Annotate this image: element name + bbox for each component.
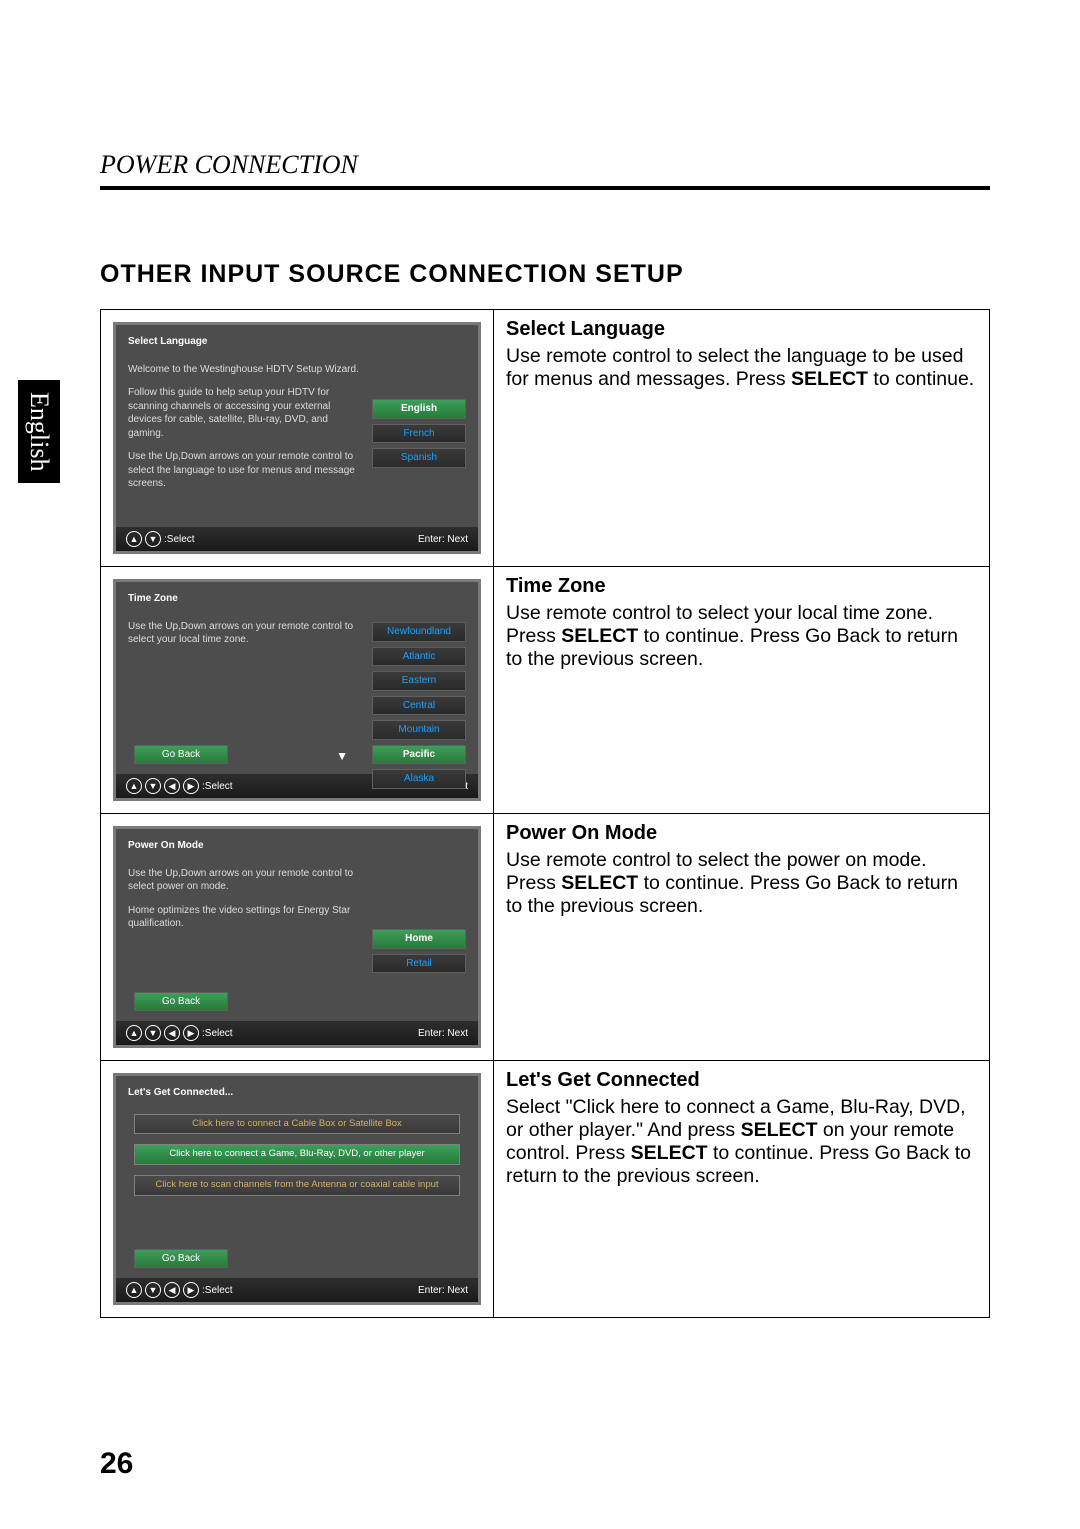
osd-option-button[interactable]: French: [372, 424, 466, 444]
description-text: Use remote control to select your local …: [506, 602, 958, 670]
setup-row: Power On Mode Use the Up,Down arrows on y…: [101, 814, 989, 1061]
setup-grid: Select Language Welcome to the Westinghou…: [100, 309, 990, 1318]
osd-screenshot: Time Zone Use the Up,Down arrows on your …: [113, 579, 481, 801]
osd-hint-left: :Select: [164, 534, 195, 545]
osd-screenshot: Power On Mode Use the Up,Down arrows on y…: [113, 826, 481, 1048]
osd-cell: Select Language Welcome to the Westinghou…: [101, 310, 493, 566]
arrow-key-icon: ▲: [126, 778, 142, 794]
osd-hint-right: Enter: Next: [418, 534, 468, 545]
arrow-key-icon: ▼: [145, 778, 161, 794]
osd-option-button[interactable]: Mountain: [372, 720, 466, 740]
arrow-key-icon: ▲: [126, 1025, 142, 1041]
osd-wide-button[interactable]: Click here to scan channels from the Ant…: [134, 1175, 460, 1196]
description-text: Use remote control to select the languag…: [506, 345, 974, 390]
osd-cell: Power On Mode Use the Up,Down arrows on y…: [101, 814, 493, 1060]
osd-hint-left: :Select: [202, 1028, 233, 1039]
arrow-key-icon: ◀: [164, 1282, 180, 1298]
arrow-key-icon: ▼: [145, 1282, 161, 1298]
osd-text: Follow this guide to help setup your HDT…: [128, 386, 363, 440]
osd-option-button[interactable]: Pacific: [372, 745, 466, 765]
osd-hint-bar: ▲▼◀▶:Select Enter: Next: [116, 1278, 478, 1302]
setup-row: Select Language Welcome to the Westinghou…: [101, 310, 989, 567]
setup-row: Time Zone Use the Up,Down arrows on your …: [101, 567, 989, 814]
arrow-key-icon: ▶: [183, 778, 199, 794]
section-header: POWER CONNECTION: [100, 150, 990, 180]
osd-text: Use the Up,Down arrows on your remote co…: [128, 867, 363, 894]
osd-hint-left: :Select: [202, 781, 233, 792]
osd-text: Use the Up,Down arrows on your remote co…: [128, 450, 363, 491]
description-text: Use remote control to select the power o…: [506, 849, 958, 917]
description-title: Select Language: [506, 318, 665, 341]
osd-title: Time Zone: [128, 592, 466, 606]
osd-option-button[interactable]: Retail: [372, 954, 466, 974]
arrow-key-icon: ▲: [126, 1282, 142, 1298]
arrow-key-icon: ▼: [145, 1025, 161, 1041]
osd-screenshot: Select Language Welcome to the Westinghou…: [113, 322, 481, 554]
description-text: Select "Click here to connect a Game, Bl…: [506, 1096, 971, 1187]
osd-option-button[interactable]: Home: [372, 929, 466, 949]
osd-option-button[interactable]: English: [372, 399, 466, 419]
osd-hint-left: :Select: [202, 1285, 233, 1296]
description-cell: Power On Mode Use remote control to selec…: [493, 814, 989, 1060]
osd-cell: Time Zone Use the Up,Down arrows on your …: [101, 567, 493, 813]
osd-goback-button[interactable]: Go Back: [134, 745, 228, 765]
arrow-key-icon: ◀: [164, 1025, 180, 1041]
section-title: OTHER INPUT SOURCE CONNECTION SETUP: [100, 260, 990, 289]
osd-title: Power On Mode: [128, 839, 466, 853]
osd-text: Use the Up,Down arrows on your remote co…: [128, 620, 363, 647]
arrow-key-icon: ▶: [183, 1025, 199, 1041]
osd-option-button[interactable]: Central: [372, 696, 466, 716]
osd-hint-right: Enter: Next: [418, 1285, 468, 1296]
header-rule: [100, 186, 990, 190]
osd-title: Let's Get Connected...: [128, 1086, 466, 1100]
description-cell: Let's Get Connected Select "Click here to…: [493, 1061, 989, 1317]
page-number: 26: [100, 1447, 133, 1481]
osd-title: Select Language: [128, 335, 466, 349]
arrow-key-icon: ▶: [183, 1282, 199, 1298]
osd-option-button[interactable]: Spanish: [372, 448, 466, 468]
osd-option-button[interactable]: Atlantic: [372, 647, 466, 667]
arrow-key-icon: ▲: [126, 531, 142, 547]
arrow-key-icon: ◀: [164, 778, 180, 794]
osd-cell: Let's Get Connected... Click here to conn…: [101, 1061, 493, 1317]
osd-hint-right: Enter: Next: [418, 1028, 468, 1039]
osd-wide-button[interactable]: Click here to connect a Game, Blu-Ray, D…: [134, 1144, 460, 1165]
osd-option-button[interactable]: Eastern: [372, 671, 466, 691]
osd-hint-bar: ▲▼◀▶:Select Enter: Next: [116, 1021, 478, 1045]
description-cell: Select Language Use remote control to sel…: [493, 310, 989, 566]
language-tab: English: [18, 380, 60, 483]
description-title: Power On Mode: [506, 822, 657, 845]
osd-text: Welcome to the Westinghouse HDTV Setup W…: [128, 363, 363, 377]
osd-hint-bar: ▲▼:Select Enter: Next: [116, 527, 478, 551]
setup-row: Let's Get Connected... Click here to conn…: [101, 1061, 989, 1317]
osd-wide-button[interactable]: Click here to connect a Cable Box or Sat…: [134, 1114, 460, 1135]
osd-text: Home optimizes the video settings for En…: [128, 904, 363, 931]
arrow-key-icon: ▼: [145, 531, 161, 547]
osd-goback-button[interactable]: Go Back: [134, 992, 228, 1012]
manual-page: English POWER CONNECTION OTHER INPUT SOU…: [0, 0, 1080, 1529]
description-cell: Time Zone Use remote control to select yo…: [493, 567, 989, 813]
more-down-icon: ▼: [336, 748, 348, 764]
osd-option-button[interactable]: Newfoundland: [372, 622, 466, 642]
osd-option-button[interactable]: Alaska: [372, 769, 466, 789]
osd-goback-button[interactable]: Go Back: [134, 1249, 228, 1269]
osd-screenshot: Let's Get Connected... Click here to conn…: [113, 1073, 481, 1305]
description-title: Time Zone: [506, 575, 606, 598]
description-title: Let's Get Connected: [506, 1069, 700, 1092]
